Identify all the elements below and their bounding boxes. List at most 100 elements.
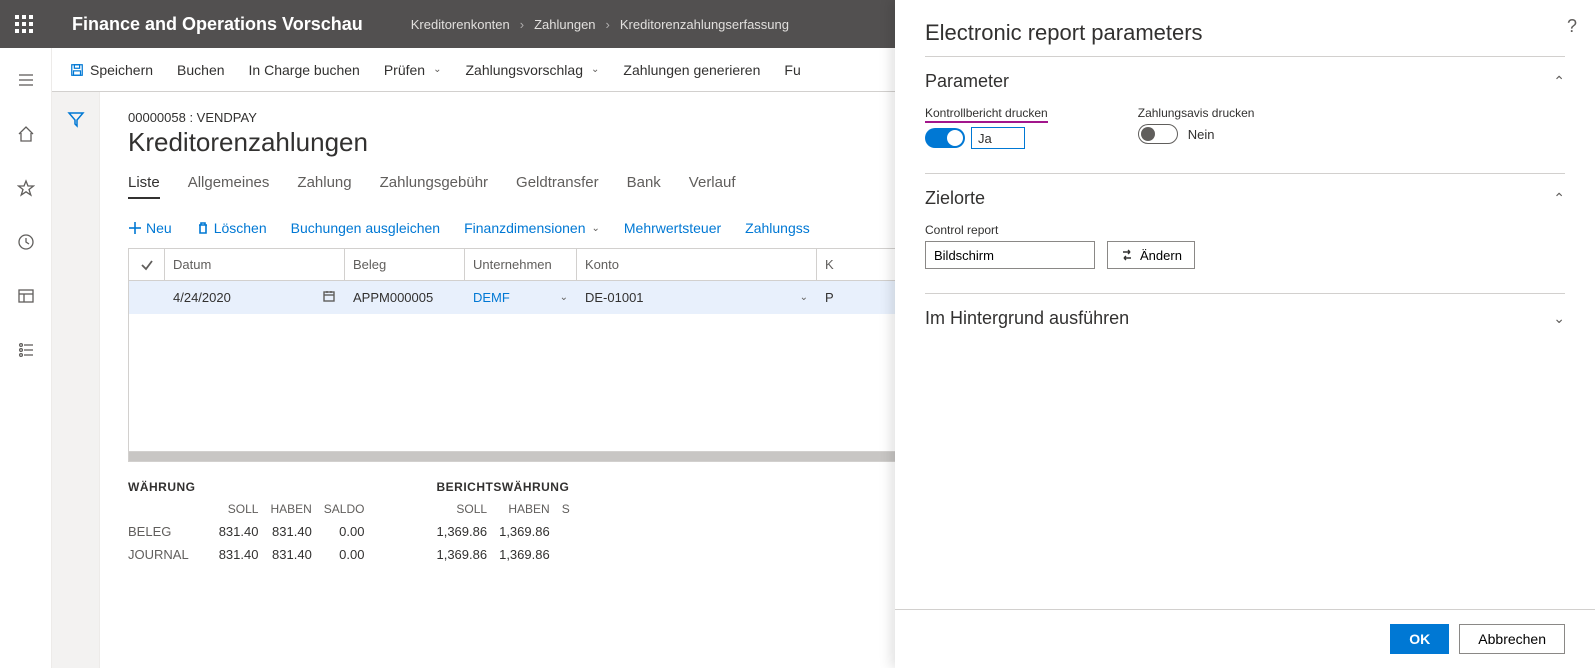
- reporting-currency-block: BERICHTSWÄHRUNG SOLL HABEN S 1,369.86 1,…: [436, 480, 581, 566]
- chevron-down-icon[interactable]: ⌄: [560, 292, 568, 303]
- control-report-input[interactable]: [925, 241, 1095, 269]
- panel-title: Electronic report parameters: [895, 0, 1595, 56]
- rep-journal-credit: 1,369.86: [499, 543, 562, 566]
- save-label: Speichern: [90, 62, 153, 78]
- section-destinations-title: Zielorte: [925, 188, 985, 209]
- save-button[interactable]: Speichern: [70, 62, 153, 78]
- tab-history[interactable]: Verlauf: [689, 168, 736, 199]
- tab-money-transfer[interactable]: Geldtransfer: [516, 168, 599, 199]
- vat-label: Mehrwertsteuer: [624, 220, 721, 236]
- app-launcher-icon[interactable]: [0, 0, 48, 48]
- cell-voucher[interactable]: APPM000005: [345, 281, 465, 314]
- cell-company[interactable]: DEMF ⌄: [465, 281, 577, 314]
- cancel-button[interactable]: Abbrechen: [1459, 624, 1565, 654]
- currency-block: WÄHRUNG SOLL HABEN SALDO BELEG 831.40 83…: [128, 480, 376, 566]
- settle-label: Buchungen ausgleichen: [291, 220, 440, 236]
- post-label: Buchen: [177, 62, 224, 78]
- breadcrumb-item[interactable]: Kreditorenkonten: [407, 17, 514, 32]
- calendar-icon[interactable]: [322, 289, 336, 306]
- print-advice-label: Zahlungsavis drucken: [1138, 106, 1255, 120]
- payment-proposal-button[interactable]: Zahlungsvorschlag ⌄: [465, 62, 599, 78]
- section-destinations-content: Control report Ändern: [925, 213, 1565, 283]
- chevron-right-icon: ›: [520, 17, 524, 32]
- col-company[interactable]: Unternehmen: [465, 249, 577, 280]
- cell-account[interactable]: DE-01001 ⌄: [577, 281, 817, 314]
- row-selector[interactable]: [129, 281, 165, 314]
- print-advice-toggle[interactable]: [1138, 124, 1178, 144]
- section-background-title: Im Hintergrund ausführen: [925, 308, 1129, 329]
- breadcrumb: Kreditorenkonten › Zahlungen › Kreditore…: [407, 17, 793, 32]
- print-advice-value: Nein: [1184, 126, 1219, 143]
- new-label: Neu: [146, 220, 172, 236]
- section-parameter-title: Parameter: [925, 71, 1009, 92]
- hamburger-icon[interactable]: [8, 62, 44, 98]
- new-button[interactable]: Neu: [128, 220, 172, 236]
- tab-payment[interactable]: Zahlung: [297, 168, 351, 199]
- workspace-icon[interactable]: [8, 278, 44, 314]
- print-control-toggle[interactable]: [925, 128, 965, 148]
- cell-date[interactable]: 4/24/2020: [165, 281, 345, 314]
- payment-proposal-label: Zahlungsvorschlag: [465, 62, 583, 78]
- validate-label: Prüfen: [384, 62, 425, 78]
- filter-pane-toggle[interactable]: [52, 92, 100, 668]
- star-icon[interactable]: [8, 170, 44, 206]
- col-date[interactable]: Datum: [165, 249, 345, 280]
- section-parameter: Parameter ⌃ Kontrollbericht drucken Ja: [925, 56, 1565, 174]
- chevron-right-icon: ›: [606, 17, 610, 32]
- more-label: Fu: [784, 62, 800, 78]
- clock-icon[interactable]: [8, 224, 44, 260]
- more-button[interactable]: Fu: [784, 62, 800, 78]
- payment-status-button[interactable]: Zahlungss: [745, 220, 810, 236]
- journal-debit: 831.40: [219, 543, 271, 566]
- chevron-down-icon: ⌄: [592, 223, 600, 234]
- generate-payments-label: Zahlungen generieren: [623, 62, 760, 78]
- row-journal-label: JOURNAL: [128, 543, 219, 566]
- reporting-table: SOLL HABEN S 1,369.86 1,369.86 1,369.86 …: [436, 498, 581, 566]
- chevron-down-icon[interactable]: ⌄: [800, 292, 808, 303]
- modules-icon[interactable]: [8, 332, 44, 368]
- control-report-label: Control report: [925, 223, 1195, 237]
- print-control-label: Kontrollbericht drucken: [925, 106, 1048, 123]
- tab-bank[interactable]: Bank: [627, 168, 661, 199]
- change-btn-label: Ändern: [1140, 248, 1182, 263]
- tab-payment-fee[interactable]: Zahlungsgebühr: [380, 168, 488, 199]
- generate-payments-button[interactable]: Zahlungen generieren: [623, 62, 760, 78]
- help-icon[interactable]: ?: [1567, 16, 1577, 37]
- financial-dimensions-button[interactable]: Finanzdimensionen ⌄: [464, 220, 600, 236]
- change-destination-button[interactable]: Ändern: [1107, 241, 1195, 269]
- cell-account-value: DE-01001: [585, 290, 644, 305]
- col-credit: HABEN: [499, 498, 562, 520]
- app-title: Finance and Operations Vorschau: [48, 14, 387, 35]
- post-in-charge-button[interactable]: In Charge buchen: [249, 62, 360, 78]
- chevron-up-icon: ⌃: [1553, 73, 1565, 90]
- post-button[interactable]: Buchen: [177, 62, 224, 78]
- print-control-value[interactable]: Ja: [971, 127, 1025, 149]
- col-voucher[interactable]: Beleg: [345, 249, 465, 280]
- tab-list[interactable]: Liste: [128, 168, 160, 199]
- validate-button[interactable]: Prüfen ⌄: [384, 62, 442, 78]
- section-background-header[interactable]: Im Hintergrund ausführen ⌄: [925, 304, 1565, 333]
- vat-button[interactable]: Mehrwertsteuer: [624, 220, 721, 236]
- section-parameter-header[interactable]: Parameter ⌃: [925, 67, 1565, 96]
- ok-button[interactable]: OK: [1390, 624, 1449, 654]
- highlighted-label: Kontrollbericht drucken: [925, 106, 1048, 123]
- payment-status-label: Zahlungss: [745, 220, 810, 236]
- breadcrumb-item[interactable]: Kreditorenzahlungserfassung: [616, 17, 793, 32]
- tab-general[interactable]: Allgemeines: [188, 168, 270, 199]
- rep-voucher-debit: 1,369.86: [436, 520, 499, 543]
- home-icon[interactable]: [8, 116, 44, 152]
- col-account[interactable]: Konto: [577, 249, 817, 280]
- settle-transactions-button[interactable]: Buchungen ausgleichen: [291, 220, 440, 236]
- journal-credit: 831.40: [270, 543, 323, 566]
- scrollbar-thumb[interactable]: [129, 452, 919, 461]
- breadcrumb-item[interactable]: Zahlungen: [530, 17, 599, 32]
- chevron-down-icon: ⌄: [1553, 310, 1565, 327]
- voucher-credit: 831.40: [270, 520, 323, 543]
- currency-table: SOLL HABEN SALDO BELEG 831.40 831.40 0.0…: [128, 498, 376, 566]
- row-voucher-label: BELEG: [128, 520, 219, 543]
- voucher-balance: 0.00: [324, 520, 377, 543]
- section-destinations-header[interactable]: Zielorte ⌃: [925, 184, 1565, 213]
- delete-button[interactable]: Löschen: [196, 220, 267, 236]
- select-all-checkbox[interactable]: [129, 249, 165, 280]
- rep-voucher-credit: 1,369.86: [499, 520, 562, 543]
